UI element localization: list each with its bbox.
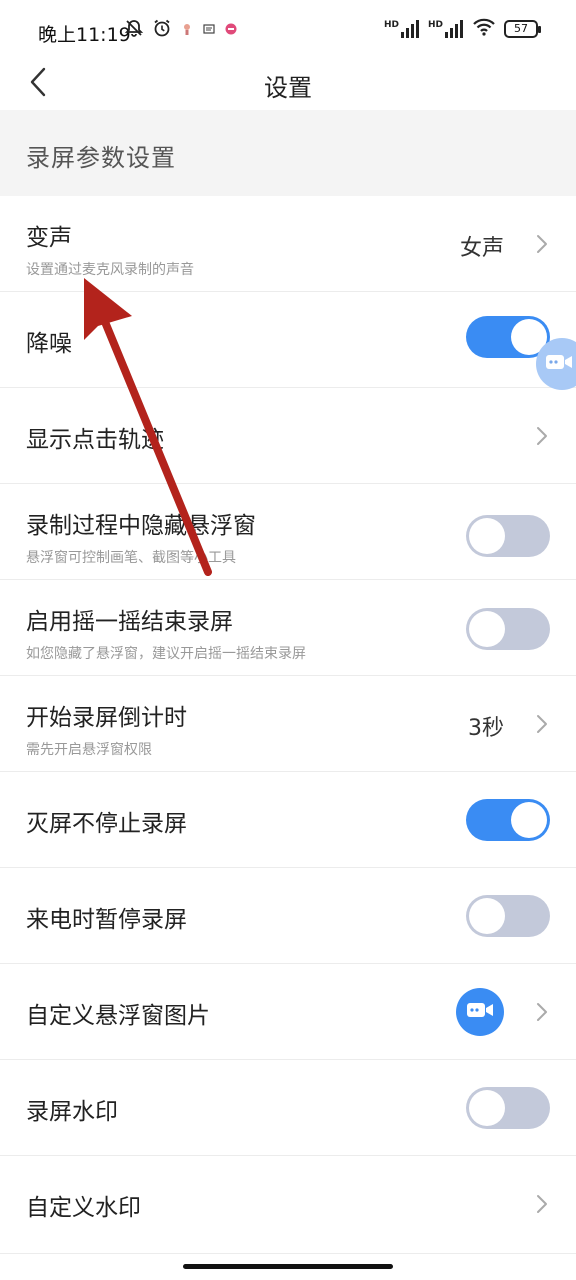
setting-label: 录屏水印 (26, 1099, 118, 1125)
setting-label: 来电时暂停录屏 (26, 907, 187, 933)
status-icons-left (124, 18, 238, 42)
setting-label: 灭屏不停止录屏 (26, 811, 187, 837)
setting-label: 降噪 (26, 331, 72, 357)
setting-row-shake-to-stop: 启用摇一摇结束录屏 如您隐藏了悬浮窗，建议开启摇一摇结束录屏 (0, 580, 576, 676)
setting-subtitle: 如您隐藏了悬浮窗，建议开启摇一摇结束录屏 (26, 646, 306, 662)
shake-to-stop-toggle[interactable] (466, 608, 550, 650)
status-icons-right: HD HD 57 (384, 18, 541, 40)
chevron-right-icon (534, 1192, 550, 1216)
chevron-right-icon (534, 232, 550, 256)
alarm-icon (152, 18, 172, 42)
video-camera-icon (545, 353, 573, 375)
toggle-knob (469, 611, 505, 647)
hide-float-window-toggle[interactable] (466, 515, 550, 557)
chevron-right-icon (534, 1000, 550, 1024)
float-window-image-preview (456, 988, 504, 1036)
setting-label: 启用摇一摇结束录屏 (26, 609, 233, 635)
setting-subtitle: 悬浮窗可控制画笔、截图等小工具 (26, 550, 236, 566)
home-indicator[interactable] (183, 1264, 393, 1269)
setting-label: 显示点击轨迹 (26, 427, 164, 453)
setting-label: 开始录屏倒计时 (26, 705, 187, 731)
wifi-icon (472, 18, 496, 40)
app-badge-icon (224, 21, 238, 40)
setting-value: 女声 (459, 236, 504, 261)
toggle-knob (511, 802, 547, 838)
setting-row-noise-reduction: 降噪 (0, 292, 576, 388)
setting-label: 自定义悬浮窗图片 (26, 1003, 210, 1029)
battery-indicator: 57 (504, 20, 541, 38)
section-header: 录屏参数设置 (0, 110, 576, 196)
setting-row-hide-float-window: 录制过程中隐藏悬浮窗 悬浮窗可控制画笔、截图等小工具 (0, 484, 576, 580)
setting-row-custom-float-image[interactable]: 自定义悬浮窗图片 (0, 964, 576, 1060)
hd-label: HD (383, 20, 399, 30)
toggle-knob (469, 1090, 505, 1126)
hd-label: HD (427, 20, 443, 30)
toggle-knob (469, 898, 505, 934)
setting-row-show-touches[interactable]: 显示点击轨迹 (0, 388, 576, 484)
pause-on-call-toggle[interactable] (466, 895, 550, 937)
setting-row-screen-off-recording: 灭屏不停止录屏 (0, 772, 576, 868)
setting-subtitle: 需先开启悬浮窗权限 (26, 742, 152, 758)
toggle-knob (469, 518, 505, 554)
setting-row-custom-watermark[interactable]: 自定义水印 (0, 1156, 576, 1254)
setting-label: 录制过程中隐藏悬浮窗 (26, 513, 256, 539)
setting-label: 自定义水印 (26, 1195, 141, 1221)
setting-row-voice-change[interactable]: 变声 设置通过麦克风录制的声音 女声 (0, 196, 576, 292)
status-time: 晚上11:19 (38, 24, 131, 46)
setting-row-watermark: 录屏水印 (0, 1060, 576, 1156)
chevron-right-icon (534, 424, 550, 448)
page-title: 设置 (264, 74, 312, 102)
bell-off-icon (124, 18, 144, 42)
video-camera-icon (466, 1001, 494, 1023)
setting-value: 3秒 (468, 716, 504, 741)
status-bar: 晚上11:19 HD HD 57 (0, 0, 576, 62)
message-notification-icon (202, 21, 216, 40)
watermark-toggle[interactable] (466, 1087, 550, 1129)
chevron-right-icon (534, 712, 550, 736)
section-title: 录屏参数设置 (26, 144, 176, 172)
navigation-bar: 设置 (0, 62, 576, 110)
app-notification-icon (180, 21, 194, 40)
setting-row-countdown[interactable]: 开始录屏倒计时 需先开启悬浮窗权限 3秒 (0, 676, 576, 772)
setting-row-pause-on-call: 来电时暂停录屏 (0, 868, 576, 964)
settings-list: 变声 设置通过麦克风录制的声音 女声 降噪 显示点击轨迹 录制过程中隐藏悬浮窗 … (0, 196, 576, 1254)
setting-label: 变声 (26, 225, 72, 251)
noise-reduction-toggle[interactable] (466, 316, 550, 358)
signal-icon: HD (428, 20, 464, 38)
setting-subtitle: 设置通过麦克风录制的声音 (26, 262, 194, 278)
signal-icon: HD (384, 20, 420, 38)
screen-off-recording-toggle[interactable] (466, 799, 550, 841)
